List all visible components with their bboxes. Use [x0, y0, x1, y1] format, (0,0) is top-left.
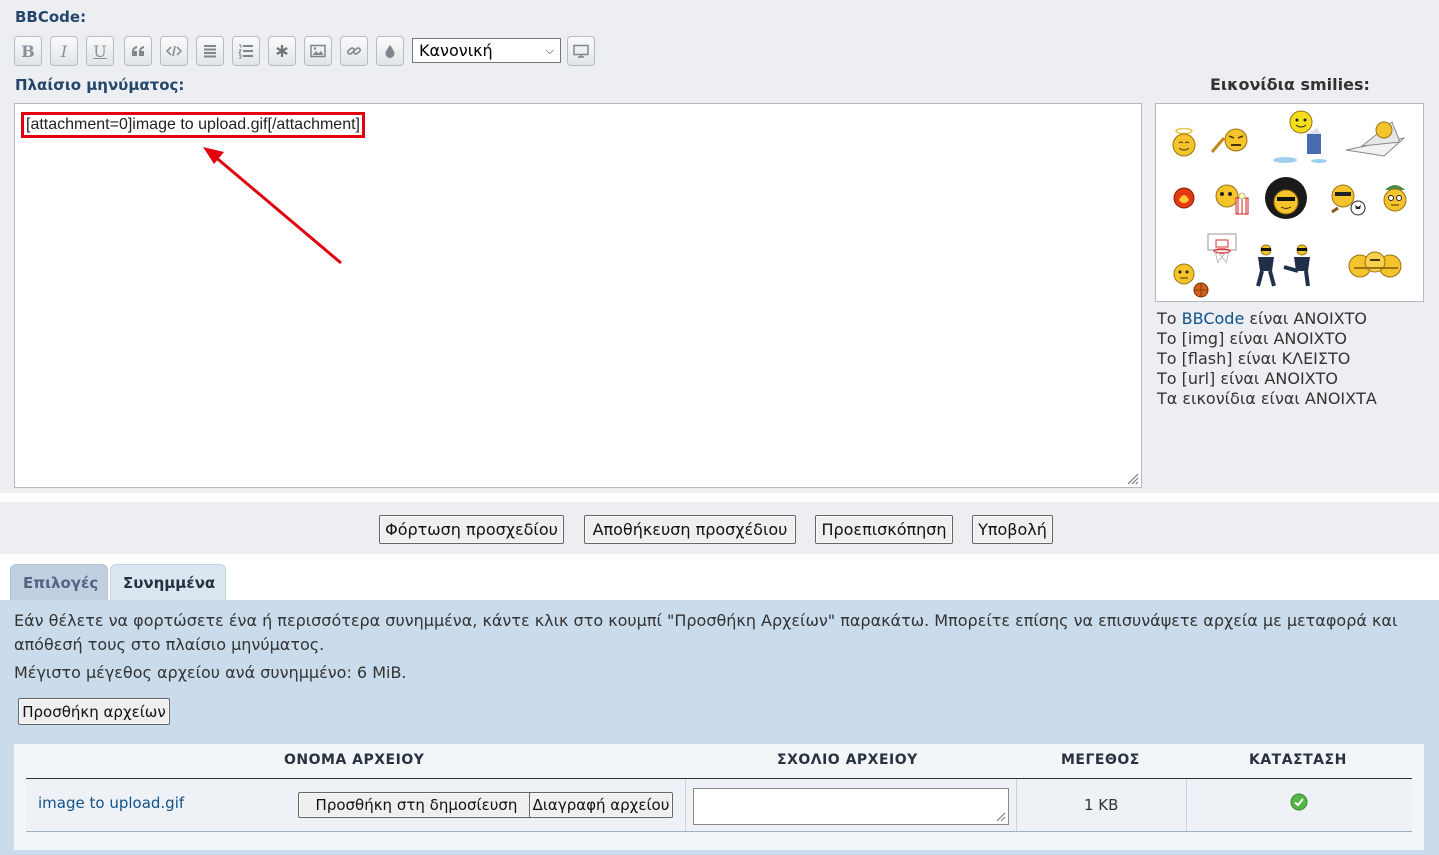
monitor-icon	[573, 44, 589, 58]
attachments-table: ΟΝΟΜΑ ΑΡΧΕΙΟΥ ΣΧΟΛΙΟ ΑΡΧΕΙΟΥ ΜΕΓΕΘΟΣ ΚΑΤ…	[14, 744, 1424, 850]
message-textarea[interactable]: [attachment=0]image to upload.gif[/attac…	[14, 103, 1142, 488]
tab-options[interactable]: Επιλογές	[10, 564, 108, 601]
check-circle-icon	[1290, 793, 1308, 811]
attachments-panel: Εάν θέλετε να φορτώσετε ένα ή περισσότερ…	[0, 600, 1439, 855]
hoop-icon[interactable]	[1206, 232, 1238, 266]
code-icon	[166, 45, 182, 57]
add-files-button[interactable]: Προσθήκη αρχείων	[18, 698, 170, 725]
angry-smiley-icon[interactable]	[1210, 124, 1250, 156]
quote-icon	[132, 46, 144, 56]
ordered-list-button[interactable]	[232, 36, 260, 66]
place-inline-button[interactable]: Προσθήκη στη δημοσίευση	[298, 792, 535, 818]
attachments-info: Εάν θέλετε να φορτώσετε ένα ή περισσότερ…	[14, 611, 1398, 654]
flying-smiley-icon[interactable]	[1271, 106, 1331, 168]
status-list: Το BBCode είναι ΑΝΟΙΧΤΟ Το [img] είναι Α…	[1157, 309, 1377, 409]
italic-button[interactable]: I	[50, 36, 78, 66]
attachment-filename-link[interactable]: image to upload.gif	[38, 794, 184, 812]
save-draft-button[interactable]: Αποθήκευση προσχέδιου	[584, 515, 796, 544]
link-icon	[347, 47, 361, 55]
flash-status: Το [flash] είναι ΚΛΕΙΣΤΟ	[1157, 349, 1351, 368]
smilies-label: Εικονίδια smilies:	[1210, 75, 1370, 94]
attachment-bbcode-highlight: [attachment=0]image to upload.gif[/attac…	[21, 112, 365, 138]
bbcode-label: BBCode:	[15, 8, 87, 26]
quote-button[interactable]	[124, 36, 152, 66]
paper-plane-smiley-icon[interactable]	[1344, 116, 1406, 158]
column-header-status: ΚΑΤΑΣΤΑΣΗ	[1249, 752, 1347, 768]
img-status: Το [img] είναι ΑΝΟΙΧΤΟ	[1157, 329, 1348, 348]
editor-panel: BBCode: B I U Κανονική ⌵ Πλαίσιο μηνύματ…	[0, 0, 1439, 493]
ordered-list-icon	[238, 44, 253, 59]
angel-smiley-icon[interactable]	[1170, 126, 1198, 158]
delete-file-button[interactable]: Διαγραφή αρχείου	[529, 792, 673, 818]
hat-smiley-icon[interactable]	[1381, 180, 1409, 216]
column-header-comment: ΣΧΟΛΙΟ ΑΡΧΕΙΟΥ	[777, 752, 918, 768]
preview-button[interactable]: Προεπισκόπηση	[815, 515, 953, 544]
column-header-filename: ΟΝΟΜΑ ΑΡΧΕΙΟΥ	[284, 752, 425, 768]
fighting-smilies-icon[interactable]	[1252, 244, 1316, 288]
link-button[interactable]	[340, 36, 368, 66]
afro-smiley-icon[interactable]	[1262, 176, 1310, 222]
bbcode-help-link[interactable]: BBCode	[1182, 309, 1245, 328]
smilies-panel	[1155, 103, 1424, 302]
asterisk-icon	[276, 45, 288, 57]
basketball-smiley-icon[interactable]	[1170, 260, 1210, 298]
popcorn-smiley-icon[interactable]	[1210, 180, 1252, 216]
tab-attachments[interactable]: Συνημμένα	[110, 564, 226, 601]
list-item-button[interactable]	[268, 36, 296, 66]
load-draft-button[interactable]: Φόρτωση προσχεδίου	[379, 515, 564, 544]
submit-button[interactable]: Υποβολή	[972, 515, 1053, 544]
fire-smiley-icon[interactable]	[1172, 186, 1196, 210]
file-comment-input[interactable]	[693, 788, 1009, 825]
color-button[interactable]	[376, 36, 404, 66]
file-size: 1 KB	[1084, 796, 1119, 814]
preview-toggle-button[interactable]	[567, 36, 595, 66]
image-button[interactable]	[304, 36, 332, 66]
list-button[interactable]	[196, 36, 224, 66]
underline-button[interactable]: U	[86, 36, 114, 66]
chevron-down-icon: ⌵	[545, 43, 554, 57]
max-filesize-note: Μέγιστο μέγεθος αρχείου ανά συνημμένο: 6…	[14, 663, 407, 682]
table-row: image to upload.gif Προσθήκη στη δημοσίε…	[26, 778, 1412, 832]
submit-buttons-row: Φόρτωση προσχεδίου Αποθήκευση προσχέδιου…	[0, 502, 1439, 554]
droplet-icon	[385, 45, 395, 58]
group-hug-smilies-icon[interactable]	[1346, 248, 1406, 282]
column-header-size: ΜΕΓΕΘΟΣ	[1061, 752, 1140, 768]
url-status: Το [url] είναι ΑΝΟΙΧΤΟ	[1157, 369, 1338, 388]
code-button[interactable]	[160, 36, 188, 66]
smilies-status: Τα εικονίδια είναι ΑΝΟΙΧΤΑ	[1157, 389, 1377, 408]
bbcode-status: Το BBCode είναι ΑΝΟΙΧΤΟ	[1157, 309, 1367, 328]
resize-grip-icon[interactable]	[1125, 471, 1139, 485]
football-smiley-icon[interactable]	[1328, 182, 1368, 218]
font-size-select[interactable]: Κανονική ⌵	[412, 38, 561, 63]
resize-grip-icon[interactable]	[994, 810, 1006, 822]
bold-button[interactable]: B	[14, 36, 42, 66]
list-icon	[204, 45, 216, 58]
message-label: Πλαίσιο μηνύματος:	[15, 76, 185, 94]
image-icon	[310, 44, 326, 58]
